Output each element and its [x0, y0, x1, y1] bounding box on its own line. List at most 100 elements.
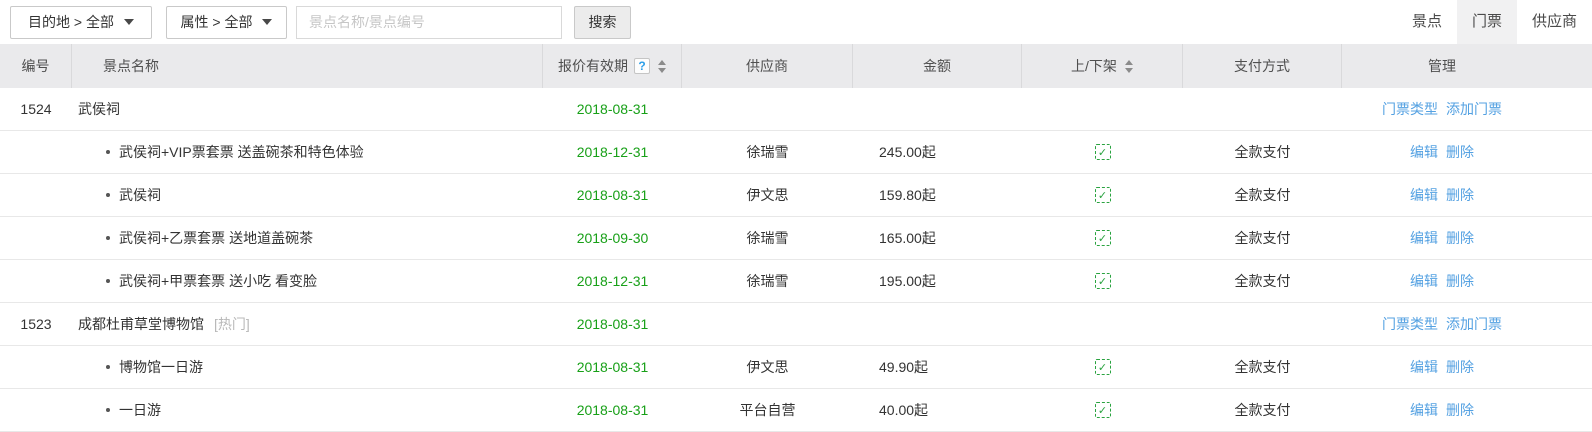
- chevron-down-icon: [262, 19, 272, 25]
- validity-date: 2018-08-31: [577, 187, 649, 203]
- search-input[interactable]: [296, 6, 562, 39]
- amount-cell: 165.00起: [853, 217, 1022, 259]
- on-shelf-checkbox[interactable]: ✓: [1095, 187, 1111, 203]
- row-id: [0, 346, 72, 388]
- on-shelf-checkbox[interactable]: ✓: [1095, 230, 1111, 246]
- payment-cell: 全款支付: [1183, 260, 1342, 302]
- payment-cell: 全款支付: [1183, 346, 1342, 388]
- edit-link[interactable]: 编辑: [1410, 271, 1438, 291]
- supplier-cell: 徐瑞雪: [682, 260, 853, 302]
- row-id: [0, 217, 72, 259]
- ticket-name: 武侯祠+乙票套票 送地道盖碗茶: [119, 228, 313, 248]
- chevron-down-icon: [124, 19, 134, 25]
- delete-link[interactable]: 删除: [1446, 228, 1474, 248]
- table-header: 编号 景点名称 报价有效期 ? 供应商 金额 上/下架 支付方式 管理: [0, 44, 1592, 88]
- shelf-cell: ✓: [1022, 260, 1183, 302]
- top-tabs: 景点 门票 供应商: [1397, 0, 1592, 44]
- col-payment: 支付方式: [1183, 44, 1342, 88]
- validity-cell: 2018-08-31: [543, 303, 682, 345]
- tab-scenic[interactable]: 景点: [1397, 0, 1457, 44]
- ticket-name-wrap: 一日游: [106, 400, 161, 420]
- amount-cell: [853, 88, 1022, 130]
- add-ticket-link[interactable]: 添加门票: [1446, 314, 1502, 334]
- on-shelf-checkbox[interactable]: ✓: [1095, 359, 1111, 375]
- ticket-name: 一日游: [119, 400, 161, 420]
- manage-cell: 编辑删除: [1342, 389, 1592, 431]
- row-name-cell: 武侯祠: [72, 88, 543, 130]
- amount-cell: 245.00起: [853, 131, 1022, 173]
- edit-link[interactable]: 编辑: [1410, 400, 1438, 420]
- payment-cell: 全款支付: [1183, 131, 1342, 173]
- supplier-cell: 平台自营: [682, 389, 853, 431]
- col-manage: 管理: [1342, 44, 1592, 88]
- edit-link[interactable]: 编辑: [1410, 142, 1438, 162]
- manage-cell: 门票类型添加门票: [1342, 88, 1592, 130]
- edit-link[interactable]: 编辑: [1410, 185, 1438, 205]
- manage-cell: 编辑删除: [1342, 217, 1592, 259]
- table-row-scenic: 1523成都杜甫草堂博物馆[热门]2018-08-31门票类型添加门票: [0, 303, 1592, 346]
- scenic-name: 武侯祠: [78, 99, 120, 119]
- amount-cell: 40.00起: [853, 389, 1022, 431]
- col-id: 编号: [0, 44, 72, 88]
- tab-suppliers[interactable]: 供应商: [1517, 0, 1592, 44]
- help-icon[interactable]: ?: [634, 58, 650, 74]
- row-name-cell: 一日游: [72, 389, 543, 431]
- amount-cell: 49.90起: [853, 346, 1022, 388]
- ticket-type-link[interactable]: 门票类型: [1382, 99, 1438, 119]
- table-row-ticket: 武侯祠+乙票套票 送地道盖碗茶2018-09-30徐瑞雪165.00起✓全款支付…: [0, 217, 1592, 260]
- search-button[interactable]: 搜索: [574, 6, 631, 39]
- col-validity: 报价有效期 ?: [543, 44, 682, 88]
- sort-shelf-icon[interactable]: [1125, 60, 1133, 73]
- delete-link[interactable]: 删除: [1446, 400, 1474, 420]
- bullet-icon: [106, 408, 110, 412]
- shelf-cell: ✓: [1022, 174, 1183, 216]
- sort-validity-icon[interactable]: [658, 60, 666, 73]
- delete-link[interactable]: 删除: [1446, 271, 1474, 291]
- col-scenic-name: 景点名称: [72, 44, 543, 88]
- row-id: [0, 389, 72, 431]
- manage-cell: 编辑删除: [1342, 346, 1592, 388]
- supplier-cell: 伊文思: [682, 346, 853, 388]
- ticket-name: 武侯祠+甲票套票 送小吃 看变脸: [119, 271, 317, 291]
- validity-date: 2018-08-31: [577, 316, 649, 332]
- edit-link[interactable]: 编辑: [1410, 228, 1438, 248]
- edit-link[interactable]: 编辑: [1410, 357, 1438, 377]
- attribute-filter-dropdown[interactable]: 属性 > 全部: [166, 6, 287, 39]
- payment-cell: 全款支付: [1183, 217, 1342, 259]
- row-name-cell: 武侯祠+乙票套票 送地道盖碗茶: [72, 217, 543, 259]
- supplier-cell: 徐瑞雪: [682, 217, 853, 259]
- shelf-cell: [1022, 88, 1183, 130]
- add-ticket-link[interactable]: 添加门票: [1446, 99, 1502, 119]
- hot-tag: [热门]: [214, 314, 250, 334]
- validity-date: 2018-12-31: [577, 273, 649, 289]
- on-shelf-checkbox[interactable]: ✓: [1095, 273, 1111, 289]
- delete-link[interactable]: 删除: [1446, 357, 1474, 377]
- amount-cell: 159.80起: [853, 174, 1022, 216]
- row-id: [0, 131, 72, 173]
- attribute-filter-label: 属性 > 全部: [181, 12, 253, 32]
- shelf-cell: ✓: [1022, 389, 1183, 431]
- ticket-name-wrap: 武侯祠: [106, 185, 161, 205]
- manage-cell: 门票类型添加门票: [1342, 303, 1592, 345]
- table-row-ticket: 武侯祠+VIP票套票 送盖碗茶和特色体验2018-12-31徐瑞雪245.00起…: [0, 131, 1592, 174]
- supplier-cell: 徐瑞雪: [682, 131, 853, 173]
- table-row-ticket: 一日游2018-08-31平台自营40.00起✓全款支付编辑删除: [0, 389, 1592, 432]
- payment-cell: 全款支付: [1183, 389, 1342, 431]
- manage-cell: 编辑删除: [1342, 131, 1592, 173]
- on-shelf-checkbox[interactable]: ✓: [1095, 144, 1111, 160]
- ticket-name-wrap: 武侯祠+乙票套票 送地道盖碗茶: [106, 228, 313, 248]
- delete-link[interactable]: 删除: [1446, 185, 1474, 205]
- shelf-cell: ✓: [1022, 217, 1183, 259]
- amount-cell: 195.00起: [853, 260, 1022, 302]
- destination-filter-label: 目的地 > 全部: [28, 12, 114, 32]
- payment-cell: 全款支付: [1183, 174, 1342, 216]
- validity-date: 2018-08-31: [577, 101, 649, 117]
- ticket-type-link[interactable]: 门票类型: [1382, 314, 1438, 334]
- on-shelf-checkbox[interactable]: ✓: [1095, 402, 1111, 418]
- delete-link[interactable]: 删除: [1446, 142, 1474, 162]
- table-row-ticket: 武侯祠+甲票套票 送小吃 看变脸 2018-12-31 徐瑞雪195.00起 ✓ 全款支…: [0, 260, 1592, 303]
- destination-filter-dropdown[interactable]: 目的地 > 全部: [10, 6, 152, 39]
- validity-cell: 2018-08-31: [543, 174, 682, 216]
- scenic-name: 成都杜甫草堂博物馆: [78, 314, 204, 334]
- tab-tickets[interactable]: 门票: [1457, 0, 1517, 44]
